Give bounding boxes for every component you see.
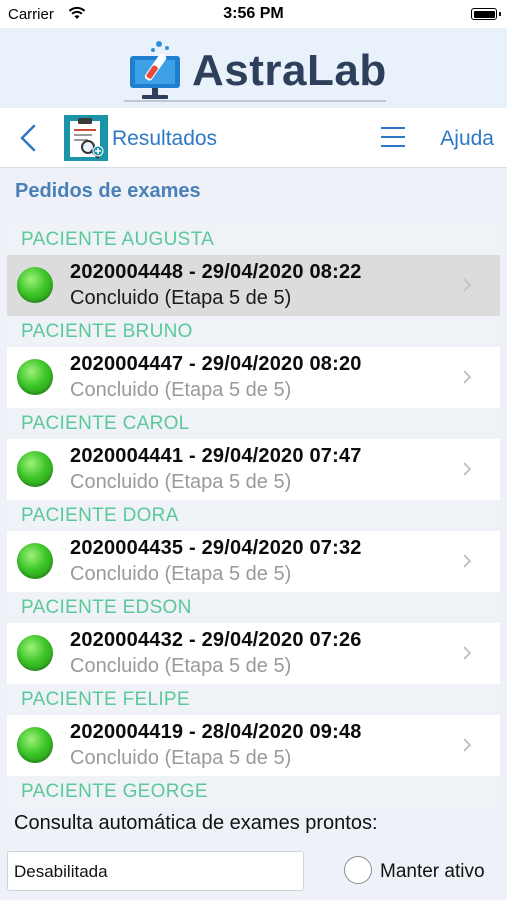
- order-status: Concluido (Etapa 5 de 5): [70, 379, 292, 401]
- page-title: Resultados: [112, 127, 218, 150]
- patient-header: PACIENTE AUGUSTA: [7, 224, 500, 255]
- status-ok-icon: [17, 359, 53, 395]
- patient-header: PACIENTE CAROL: [7, 408, 500, 439]
- order-status: Concluido (Etapa 5 de 5): [70, 287, 292, 309]
- chevron-right-icon: [463, 278, 472, 292]
- exam-order-row[interactable]: 2020004432 - 29/04/2020 07:26 Concluido …: [7, 623, 500, 684]
- status-ok-icon: [17, 727, 53, 763]
- chevron-right-icon: [463, 462, 472, 476]
- chevron-right-icon: [463, 646, 472, 660]
- patient-header: PACIENTE GEORGE: [7, 776, 500, 807]
- order-id-date: 2020004441 - 29/04/2020 07:47: [70, 445, 362, 467]
- order-status: Concluido (Etapa 5 de 5): [70, 563, 292, 585]
- battery-icon: [471, 8, 501, 20]
- exam-order-list: PACIENTE AUGUSTA 2020004448 - 29/04/2020…: [7, 224, 500, 807]
- keep-active-radio[interactable]: [344, 856, 372, 884]
- help-link[interactable]: Ajuda: [440, 127, 494, 151]
- clipboard-search-icon: [64, 115, 108, 161]
- auto-check-label: Consulta automática de exames prontos:: [14, 812, 378, 834]
- patient-header: PACIENTE DORA: [7, 500, 500, 531]
- exam-order-row[interactable]: 2020004441 - 29/04/2020 07:47 Concluido …: [7, 439, 500, 500]
- back-chevron-icon[interactable]: [14, 122, 44, 154]
- status-ok-icon: [17, 267, 53, 303]
- app-header: AstraLab: [0, 28, 507, 108]
- navigation-bar: Resultados Ajuda: [0, 108, 507, 168]
- status-ok-icon: [17, 635, 53, 671]
- chevron-right-icon: [463, 554, 472, 568]
- logo-underline: [124, 100, 386, 102]
- auto-check-select[interactable]: Desabilitada: [7, 851, 304, 891]
- app-logo-text: AstraLab: [192, 46, 387, 95]
- status-ok-icon: [17, 543, 53, 579]
- patient-header: PACIENTE FELIPE: [7, 684, 500, 715]
- chevron-right-icon: [463, 370, 472, 384]
- status-ok-icon: [17, 451, 53, 487]
- exam-order-row[interactable]: 2020004448 - 29/04/2020 08:22 Concluido …: [7, 255, 500, 316]
- exam-order-row[interactable]: 2020004419 - 28/04/2020 09:48 Concluido …: [7, 715, 500, 776]
- order-id-date: 2020004447 - 29/04/2020 08:20: [70, 353, 362, 375]
- order-id-date: 2020004419 - 28/04/2020 09:48: [70, 721, 362, 743]
- order-status: Concluido (Etapa 5 de 5): [70, 747, 292, 769]
- keep-active-label[interactable]: Manter ativo: [380, 861, 485, 883]
- status-bar: Carrier 3:56 PM: [0, 0, 507, 28]
- patient-header: PACIENTE BRUNO: [7, 316, 500, 347]
- exam-order-row[interactable]: 2020004435 - 29/04/2020 07:32 Concluido …: [7, 531, 500, 592]
- exam-order-row[interactable]: 2020004447 - 29/04/2020 08:20 Concluido …: [7, 347, 500, 408]
- order-id-date: 2020004432 - 29/04/2020 07:26: [70, 629, 362, 651]
- menu-icon[interactable]: [380, 125, 406, 149]
- order-id-date: 2020004435 - 29/04/2020 07:32: [70, 537, 362, 559]
- microscope-monitor-icon: [130, 41, 180, 99]
- order-status: Concluido (Etapa 5 de 5): [70, 471, 292, 493]
- clock: 3:56 PM: [223, 5, 284, 22]
- chevron-right-icon: [463, 738, 472, 752]
- patient-header: PACIENTE EDSON: [7, 592, 500, 623]
- section-title: Pedidos de exames: [15, 180, 201, 202]
- order-id-date: 2020004448 - 29/04/2020 08:22: [70, 261, 362, 283]
- order-status: Concluido (Etapa 5 de 5): [70, 655, 292, 677]
